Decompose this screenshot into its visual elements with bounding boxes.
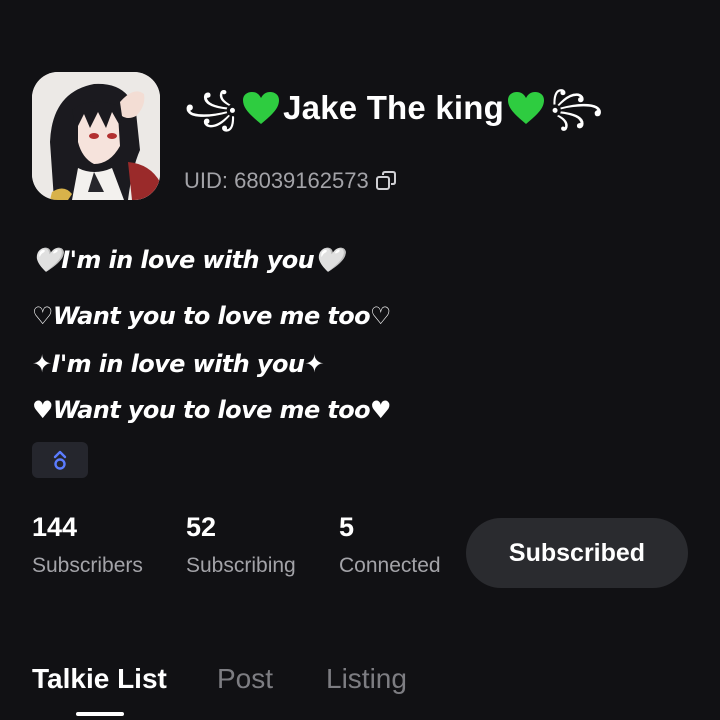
stat-subscribers[interactable]: 144 Subscribers [32, 512, 143, 577]
uid-text: UID: 68039162573 [184, 168, 369, 193]
stat-connected[interactable]: 5 Connected [339, 512, 441, 577]
bio-line: 🤍I'm in love with you🤍 [32, 246, 344, 274]
gender-badge [32, 442, 88, 478]
copy-icon[interactable] [375, 170, 397, 192]
avatar[interactable] [32, 72, 160, 200]
display-name-row: ꧁ Jake The king ꧂ [184, 80, 603, 136]
ornament-left-icon: ꧁ [184, 88, 238, 128]
stat-subscribing[interactable]: 52 Subscribing [186, 512, 296, 577]
subscribed-button[interactable]: Subscribed [466, 518, 688, 588]
profile-tabs: Talkie List Post Listing [32, 662, 720, 720]
connected-label: Connected [339, 554, 441, 577]
green-heart-icon [243, 92, 280, 124]
tab-post[interactable]: Post [217, 662, 273, 696]
tab-talkie-list[interactable]: Talkie List [32, 662, 167, 696]
subscribers-label: Subscribers [32, 554, 143, 577]
tab-listing[interactable]: Listing [326, 662, 407, 696]
subscribers-count: 144 [32, 512, 78, 542]
subscribing-label: Subscribing [186, 554, 296, 577]
bio-line: ♡Want you to love me too♡ [32, 302, 392, 330]
connected-count: 5 [339, 512, 355, 542]
ornament-right-icon: ꧂ [549, 88, 604, 128]
male-gender-icon [53, 450, 67, 470]
bio-line: ♥Want you to love me too♥ [32, 396, 392, 424]
display-name: Jake The king [283, 89, 504, 126]
active-tab-indicator [76, 712, 124, 716]
uid-row: UID: 68039162573 [184, 168, 397, 194]
avatar-illustration [32, 72, 160, 200]
bio-line: ✦I'm in love with you✦ [32, 350, 324, 378]
green-heart-icon [507, 92, 544, 124]
subscribing-count: 52 [186, 512, 217, 542]
